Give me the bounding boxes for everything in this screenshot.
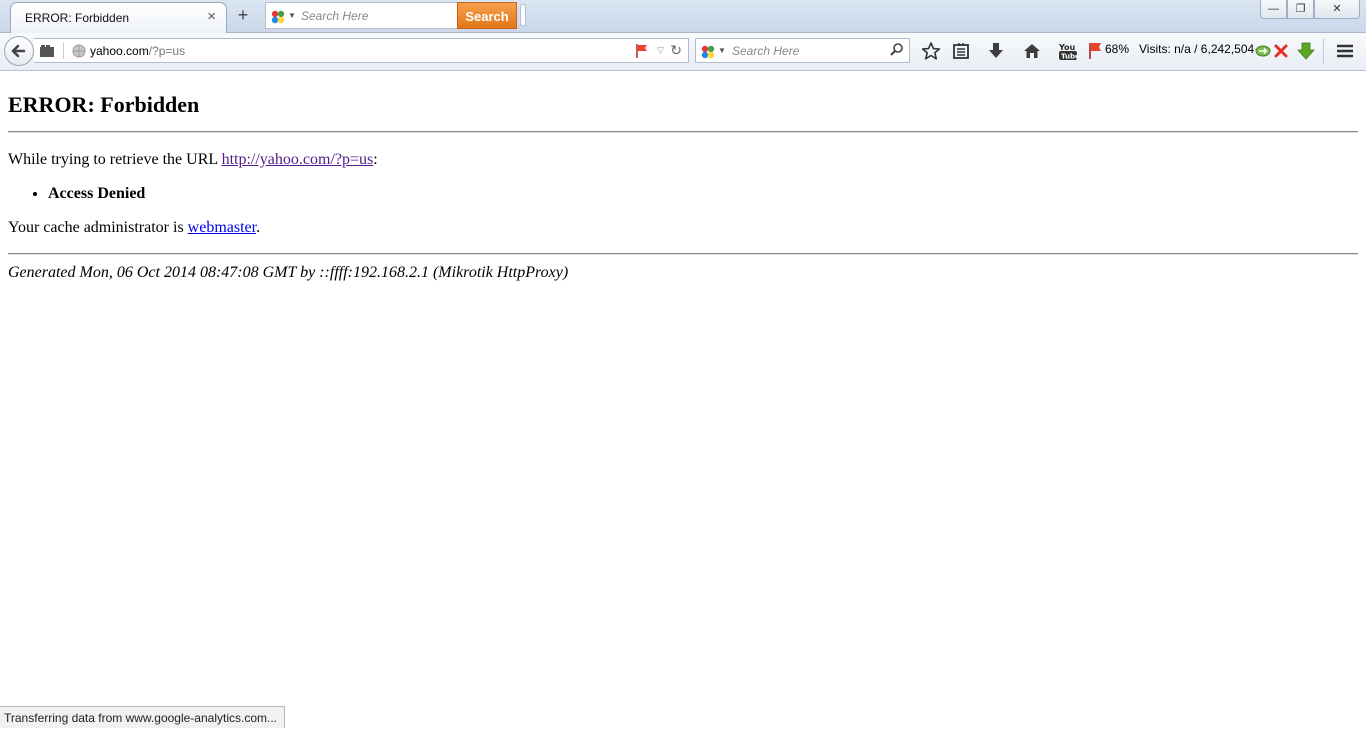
back-icon — [11, 44, 26, 58]
engine-dropdown-icon[interactable]: ▼ — [288, 11, 296, 20]
generated-footer: Generated Mon, 06 Oct 2014 08:47:08 GMT … — [8, 264, 569, 281]
retrieve-suffix: : — [373, 151, 378, 168]
window-controls: — ❐ ✕ — [1260, 0, 1360, 20]
globe-icon[interactable] — [72, 44, 86, 58]
page-heading: ERROR: Forbidden — [8, 92, 200, 117]
toolbar-search-input[interactable]: Search Here — [301, 9, 368, 23]
report-flag-icon[interactable] — [634, 43, 650, 59]
downloads-icon[interactable] — [985, 40, 1007, 62]
retrieve-url-link[interactable]: http://yahoo.com/?p=us — [222, 151, 374, 168]
status-bar: Transferring data from www.google-analyt… — [0, 706, 285, 728]
nav-search-box[interactable]: ▼ Search Here — [695, 38, 910, 63]
back-button[interactable] — [4, 36, 34, 66]
visits-counter-text: Visits: n/a / 6,242,504 — [1139, 42, 1255, 56]
close-window-button[interactable]: ✕ — [1314, 0, 1360, 19]
page-content: ERROR: Forbidden While trying to retriev… — [8, 71, 1358, 282]
address-bar[interactable]: yahoo.com/?p=us ▽ ↻ — [34, 38, 689, 63]
red-x-icon[interactable] — [1273, 40, 1289, 62]
tab-close-icon[interactable]: × — [207, 8, 216, 26]
toolbar-search-scrollstub — [520, 4, 526, 26]
home-icon[interactable] — [1021, 40, 1043, 62]
webmaster-link[interactable]: webmaster — [188, 219, 256, 236]
toolbar-separator — [1323, 38, 1324, 64]
nav-search-input[interactable]: Search Here — [732, 44, 799, 58]
svg-text:Tube: Tube — [1061, 53, 1079, 61]
restore-button[interactable]: ❐ — [1287, 0, 1314, 19]
retrieve-prefix: While trying to retrieve the URL — [8, 151, 222, 168]
red-flag-icon[interactable] — [1087, 40, 1103, 62]
reading-list-icon[interactable] — [950, 40, 972, 62]
navigation-toolbar: yahoo.com/?p=us ▽ ↻ ▼ Search Here You Tu… — [0, 33, 1366, 71]
url-host: yahoo.com — [90, 44, 149, 58]
minimize-button[interactable]: — — [1260, 0, 1287, 19]
reason-item: Access Denied — [48, 185, 1358, 203]
new-tab-button[interactable]: + — [232, 6, 254, 26]
toolbar-search-button[interactable]: Search — [457, 2, 517, 29]
url-separator — [63, 42, 64, 59]
hamburger-menu-icon[interactable] — [1334, 40, 1356, 62]
url-dropdown-icon[interactable]: ▽ — [657, 45, 664, 56]
reason-list: Access Denied — [8, 185, 1358, 203]
green-arrow-icon[interactable] — [1254, 40, 1272, 62]
bottom-divider — [8, 253, 1358, 255]
download-green-icon[interactable] — [1295, 40, 1317, 62]
tab-strip: ERROR: Forbidden × + ▼ Search Here Searc… — [0, 0, 1366, 33]
youtube-icon[interactable]: You Tube — [1057, 40, 1079, 62]
engine-dropdown-icon[interactable]: ▼ — [718, 46, 726, 55]
admin-paragraph: Your cache administrator is webmaster. — [8, 219, 1358, 237]
search-icon[interactable] — [889, 42, 905, 58]
flag-percent-text: 68% — [1105, 42, 1130, 56]
bookmark-star-icon[interactable] — [920, 40, 942, 62]
reload-icon[interactable]: ↻ — [670, 42, 682, 59]
top-divider — [8, 131, 1358, 133]
url-text[interactable]: yahoo.com/?p=us — [90, 44, 185, 58]
tab-groups-icon[interactable] — [39, 44, 55, 58]
search-engine-logo-icon[interactable] — [270, 9, 286, 25]
svg-text:You: You — [1058, 43, 1076, 52]
tab-title: ERROR: Forbidden — [25, 11, 130, 25]
tab-error-forbidden[interactable]: ERROR: Forbidden × — [10, 2, 227, 33]
toolbar-search-box[interactable]: ▼ Search Here Search — [265, 2, 517, 29]
admin-suffix: . — [256, 219, 261, 236]
retrieve-paragraph: While trying to retrieve the URL http://… — [8, 151, 1358, 169]
url-path: /?p=us — [148, 44, 186, 58]
search-engine-logo-icon[interactable] — [700, 44, 716, 60]
admin-prefix: Your cache administrator is — [8, 219, 188, 236]
